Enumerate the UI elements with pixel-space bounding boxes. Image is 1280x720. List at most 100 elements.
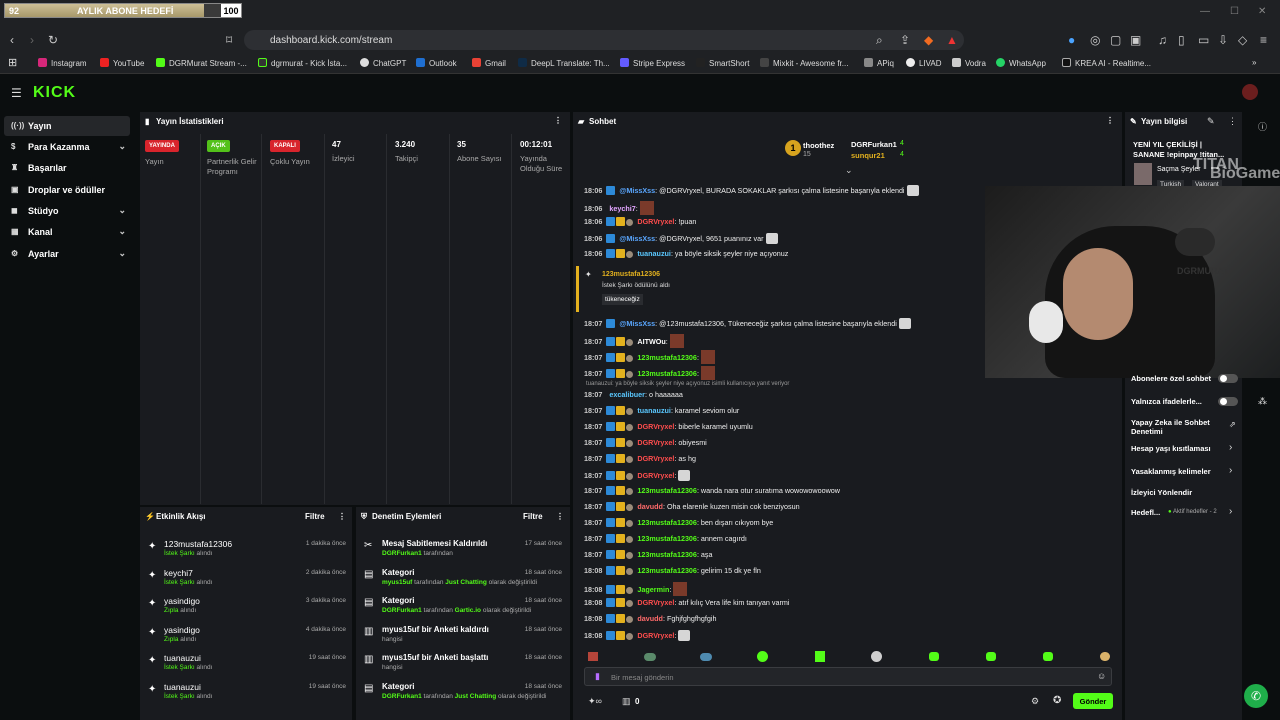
activity-user[interactable]: tuanauzui [164, 653, 201, 663]
bookmark-whatsapp[interactable]: WhatsApp [996, 58, 1046, 68]
chat-settings-icon[interactable]: ⚙ [1031, 696, 1039, 707]
chat-username[interactable]: 123mustafa12306 [637, 518, 697, 527]
bookmark-deepl[interactable]: DeepL Translate: Th... [518, 58, 610, 68]
sidebar-item-drops[interactable]: ▣ Droplar ve ödüller [4, 180, 130, 200]
chat-username[interactable]: @MissXss [619, 186, 655, 195]
chat-support-button[interactable]: ✆ [1244, 684, 1268, 708]
emote-icon[interactable] [700, 653, 712, 661]
bookmark-livad[interactable]: LIVAD [906, 58, 942, 68]
extension-icon[interactable]: ● [1068, 33, 1075, 47]
chat-username[interactable]: 123mustafa12306 [637, 369, 697, 378]
chat-input[interactable]: ▮ Bir mesaj gönderin ☺ [584, 667, 1112, 686]
filter-button[interactable]: Filtre [523, 512, 543, 521]
bookmark-smartshort[interactable]: SmartShort [696, 58, 749, 68]
extension-3-icon[interactable]: ▢ [1110, 33, 1121, 47]
redeem-shop-icon[interactable]: ▥ [622, 696, 631, 707]
chevron-right-icon[interactable]: › [1229, 442, 1232, 453]
maximize-icon[interactable]: ☐ [1230, 6, 1239, 17]
sidebar-icon[interactable]: ▯ [1178, 33, 1185, 47]
music-icon[interactable]: ♫ [1158, 33, 1167, 47]
mic-icon[interactable]: ▮ [595, 671, 600, 682]
bookmark-mixkit[interactable]: Mixkit - Awesome fr... [760, 58, 848, 68]
chat-username[interactable]: tuanauzui [637, 249, 671, 258]
chevron-right-icon[interactable]: › [1229, 506, 1232, 517]
chat-username[interactable]: AITWOu [637, 337, 665, 346]
chat-username[interactable]: DGRVryxel [637, 438, 674, 447]
chat-username[interactable]: DGRVryxel [637, 631, 674, 640]
bookmark-outlook[interactable]: Outlook [416, 58, 457, 68]
top-gifter-3-name[interactable]: sunqur21 [851, 151, 885, 160]
emote-icon[interactable] [757, 651, 768, 662]
emote-icon[interactable] [588, 652, 598, 661]
more-icon[interactable]: ⋮ [556, 512, 564, 521]
chat-username[interactable]: keychi7 [609, 204, 635, 213]
brave-shield-icon[interactable]: ◆ [924, 33, 933, 47]
bookmark-vodra[interactable]: Vodra [952, 58, 986, 68]
bookmark-stripe[interactable]: Stripe Express [620, 58, 685, 68]
chat-username[interactable]: DGRVryxel [637, 422, 674, 431]
top-gifter-name[interactable]: thoothez [803, 141, 834, 150]
chat-username[interactable]: 123mustafa12306 [637, 550, 697, 559]
chevron-right-icon[interactable]: › [1229, 465, 1232, 476]
emote-only-toggle[interactable] [1218, 397, 1238, 406]
activity-user[interactable]: tuanauzui [164, 682, 201, 692]
user-avatar[interactable] [1242, 84, 1258, 100]
chat-username[interactable]: DGRVryxel [637, 598, 674, 607]
emote-icon[interactable] [1043, 652, 1053, 661]
collapse-icon[interactable]: ⌄ [845, 165, 853, 176]
address-bar[interactable]: dashboard.kick.com/stream [244, 30, 964, 50]
emote-icon[interactable] [929, 652, 939, 661]
sidebar-item-studio[interactable]: ◼ Stüdyo ⌄ [4, 201, 130, 221]
sidebar-item-stream[interactable]: ((·)) Yayın [4, 116, 130, 136]
sidebar-item-achievements[interactable]: ♜ Başarılar [4, 158, 130, 178]
chat-username[interactable]: @MissXss [619, 234, 655, 243]
bookmark-gmail[interactable]: Gmail [472, 58, 506, 68]
top-gifter-2-name[interactable]: DGRFurkan1 [851, 140, 897, 149]
chat-username[interactable]: 123mustafa12306 [637, 353, 697, 362]
info-icon[interactable]: ⓘ [1258, 120, 1267, 133]
emote-icon[interactable] [986, 652, 996, 661]
chat-username[interactable]: DGRVryxel [637, 471, 674, 480]
chat-username[interactable]: 123mustafa12306 [637, 566, 697, 575]
sidebar-item-settings[interactable]: ⚙ Ayarlar ⌄ [4, 244, 130, 264]
activity-user[interactable]: keychi7 [164, 568, 193, 578]
more-icon[interactable]: ⋮ [338, 512, 346, 521]
wallet-icon[interactable]: ▭ [1198, 33, 1209, 47]
more-icon[interactable]: ⋮ [1228, 116, 1237, 127]
external-link-icon[interactable]: ⇗ [1229, 420, 1236, 429]
chat-username[interactable]: @MissXss [619, 319, 655, 328]
extension-2-icon[interactable]: ◎ [1090, 33, 1100, 47]
download-icon[interactable]: ⇩ [1218, 33, 1228, 47]
zoom-icon[interactable]: ⌕ [876, 33, 883, 48]
setting-banned-words[interactable]: Yasaklanmış kelimeler [1131, 467, 1211, 476]
chat-username[interactable]: DGRVryxel [637, 217, 674, 226]
emote-icon[interactable] [1100, 652, 1110, 661]
extension-4-icon[interactable]: ▣ [1130, 33, 1141, 47]
bookmark-instagram[interactable]: Instagram [38, 58, 87, 68]
reload-icon[interactable]: ↻ [48, 33, 58, 47]
redeem-user[interactable]: 123mustafa12306 [602, 271, 660, 278]
activity-user[interactable]: yasindigo [164, 596, 200, 606]
bookmark-icon[interactable]: ⌑ [226, 33, 232, 47]
hamburger-icon[interactable]: ☰ [11, 86, 22, 100]
bookmark-krea[interactable]: KREA AI - Realtime... [1062, 58, 1151, 68]
share-nodes-icon[interactable]: ⁂ [1258, 396, 1267, 407]
menu-icon[interactable]: ≡ [1260, 33, 1267, 47]
chat-username[interactable]: tuanauzui [637, 406, 671, 415]
filter-button[interactable]: Filtre [305, 512, 325, 521]
more-icon[interactable]: ⋮ [554, 116, 562, 125]
bookmark-chatgpt[interactable]: ChatGPT [360, 58, 406, 68]
bookmark-youtube[interactable]: YouTube [100, 58, 144, 68]
points-icon[interactable]: ✦∞ [588, 696, 602, 707]
setting-ai-moderation[interactable]: Yapay Zeka ile Sohbet Denetimi [1131, 418, 1223, 436]
send-button[interactable]: Gönder [1073, 693, 1113, 709]
share-icon[interactable]: ⇪ [900, 33, 910, 47]
apps-icon[interactable]: ⊞ [8, 56, 17, 69]
bookmark-apiq[interactable]: APiq [864, 58, 894, 68]
bookmark-dgrmurat-stream[interactable]: DGRMurat Stream -... [156, 58, 247, 68]
sidebar-item-channel[interactable]: ▦ Kanal ⌄ [4, 222, 130, 242]
more-bookmarks-icon[interactable]: » [1252, 58, 1256, 67]
emote-icon[interactable] [644, 653, 656, 661]
setting-goals[interactable]: Hedefl... [1131, 508, 1160, 517]
chat-username[interactable]: DGRVryxel [637, 454, 674, 463]
